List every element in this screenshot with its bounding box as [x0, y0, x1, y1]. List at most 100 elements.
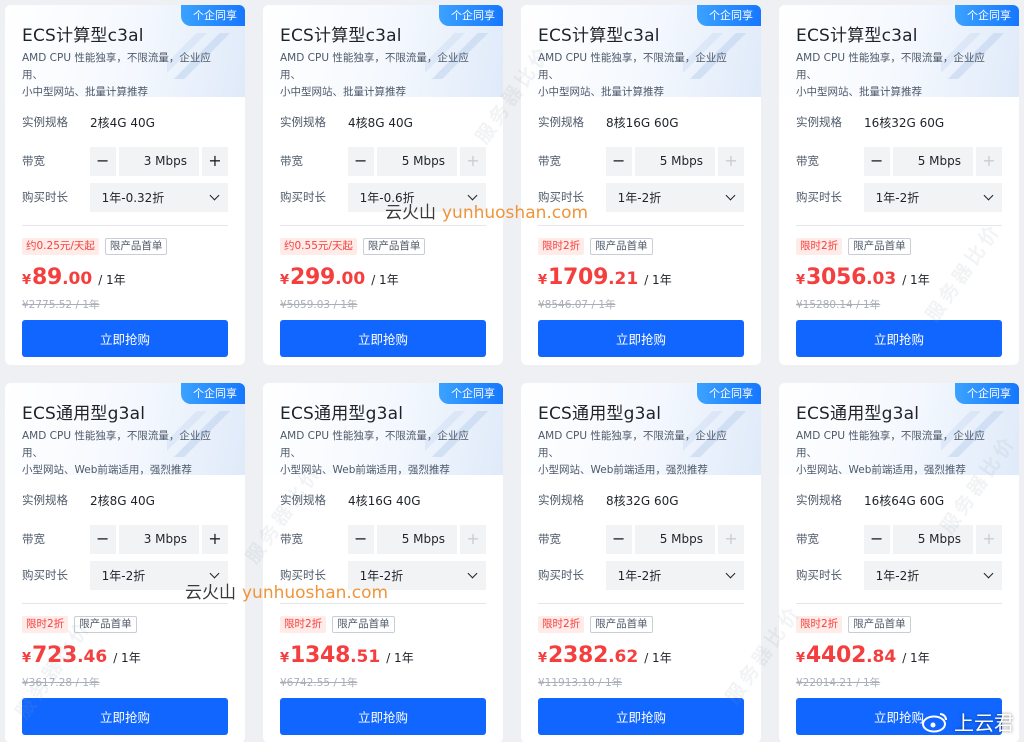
bandwidth-value[interactable]: 5 Mbps — [892, 146, 973, 176]
plus-button[interactable]: + — [460, 524, 486, 554]
badge-row: 约0.55元/天起 限产品首单 — [263, 226, 503, 259]
currency-symbol: ¥ — [280, 273, 290, 288]
original-price: ¥15280.14 / 1年 — [796, 299, 881, 311]
product-card: 个企同享 ECS计算型c3al AMD CPU 性能独享，不限流量，企业应用、 … — [263, 5, 503, 365]
price-unit: / 1年 — [98, 273, 126, 287]
site-watermark-cn: 云火山 — [185, 583, 236, 603]
minus-button[interactable]: − — [863, 146, 890, 176]
bandwidth-value[interactable]: 5 Mbps — [634, 524, 715, 554]
chevron-down-icon — [467, 568, 478, 578]
description-line-2: 小中型网站、批量计算推荐 — [796, 86, 922, 98]
chevron-down-icon — [209, 568, 220, 578]
minus-button[interactable]: − — [89, 524, 116, 554]
plus-button[interactable]: + — [718, 524, 744, 554]
minus-button[interactable]: − — [605, 524, 632, 554]
price-unit: / 1年 — [644, 273, 672, 287]
spec-label: 实例规格 — [538, 493, 584, 507]
plus-button[interactable]: + — [718, 146, 744, 176]
buy-now-button[interactable]: 立即抢购 — [22, 320, 228, 357]
description-line-2: 小型网站、Web前端适用，强烈推荐 — [280, 464, 450, 476]
price-decimal: .00 — [62, 269, 93, 289]
duration-select[interactable]: 1年-2折 — [605, 182, 744, 212]
chevron-down-icon — [209, 190, 220, 200]
duration-select[interactable]: 1年-2折 — [605, 560, 744, 590]
spec-label: 实例规格 — [22, 115, 68, 129]
spec-value: 2核8G 40G — [90, 493, 155, 508]
bandwidth-label: 带宽 — [796, 154, 819, 168]
bandwidth-row: 带宽 − 3 Mbps + — [22, 521, 228, 557]
price: ¥ 4402 .84 / 1年 — [779, 637, 1019, 669]
price: ¥ 3056 .03 / 1年 — [779, 259, 1019, 291]
corner-watermark-text: 上云君 — [954, 711, 1014, 735]
spec-value: 4核16G 40G — [348, 493, 421, 508]
discount-badge: 限时2折 — [22, 616, 69, 633]
bandwidth-stepper: − 5 Mbps + — [863, 524, 1002, 554]
plus-button[interactable]: + — [460, 146, 486, 176]
price: ¥ 2382 .62 / 1年 — [521, 637, 761, 669]
bandwidth-label: 带宽 — [280, 154, 303, 168]
price-decimal: .21 — [608, 269, 639, 289]
plus-button[interactable]: + — [202, 146, 228, 176]
duration-value: 1年-2折 — [875, 568, 920, 583]
plus-button[interactable]: + — [976, 146, 1002, 176]
duration-value: 1年-2折 — [101, 568, 146, 583]
product-description: AMD CPU 性能独享，不限流量，企业应用、 小中型网站、批量计算推荐 — [280, 50, 486, 101]
buy-now-button[interactable]: 立即抢购 — [538, 698, 744, 735]
bandwidth-value[interactable]: 3 Mbps — [118, 524, 199, 554]
minus-button[interactable]: − — [347, 146, 374, 176]
bandwidth-value[interactable]: 3 Mbps — [118, 146, 199, 176]
description-line-2: 小型网站、Web前端适用，强烈推荐 — [22, 464, 192, 476]
spec-label: 实例规格 — [796, 115, 842, 129]
minus-button[interactable]: − — [89, 146, 116, 176]
first-order-badge: 限产品首单 — [332, 616, 395, 633]
spec-row: 实例规格 4核16G 40G — [280, 479, 486, 521]
duration-row: 购买时长 1年-2折 — [796, 179, 1002, 215]
bandwidth-value[interactable]: 5 Mbps — [376, 524, 457, 554]
duration-select[interactable]: 1年-2折 — [863, 560, 1002, 590]
price: ¥ 1709 .21 / 1年 — [521, 259, 761, 291]
card-header: 个企同享 ECS计算型c3al AMD CPU 性能独享，不限流量，企业应用、 … — [5, 5, 245, 98]
bandwidth-label: 带宽 — [22, 532, 45, 546]
bandwidth-value[interactable]: 5 Mbps — [634, 146, 715, 176]
bandwidth-stepper: − 5 Mbps + — [605, 146, 744, 176]
bandwidth-row: 带宽 − 5 Mbps + — [538, 143, 744, 179]
currency-symbol: ¥ — [538, 651, 548, 666]
first-order-badge: 限产品首单 — [362, 238, 426, 255]
duration-select[interactable]: 1年-2折 — [863, 182, 1002, 212]
price-unit: / 1年 — [371, 273, 399, 287]
bandwidth-value[interactable]: 5 Mbps — [892, 524, 973, 554]
minus-button[interactable]: − — [347, 524, 374, 554]
buy-now-button[interactable]: 立即抢购 — [796, 320, 1002, 357]
buy-now-button[interactable]: 立即抢购 — [22, 698, 228, 735]
price-decimal: .84 — [866, 647, 897, 667]
price-unit: / 1年 — [644, 651, 672, 665]
product-title: ECS计算型c3al — [796, 26, 918, 46]
price-integer: 3056 — [806, 265, 867, 290]
description-line-1: AMD CPU 性能独享，不限流量，企业应用、 — [280, 52, 469, 81]
duration-select[interactable]: 1年-0.32折 — [89, 182, 228, 212]
plus-button[interactable]: + — [976, 524, 1002, 554]
product-description: AMD CPU 性能独享，不限流量，企业应用、 小型网站、Web前端适用，强烈推… — [538, 428, 744, 479]
badge-row: 限时2折 限产品首单 — [779, 226, 1019, 259]
product-description: AMD CPU 性能独享，不限流量，企业应用、 小型网站、Web前端适用，强烈推… — [796, 428, 1002, 479]
spec-row: 实例规格 8核16G 60G — [538, 101, 744, 143]
description-line-2: 小型网站、Web前端适用，强烈推荐 — [538, 464, 708, 476]
buy-now-button[interactable]: 立即抢购 — [280, 320, 486, 357]
currency-symbol: ¥ — [538, 273, 548, 288]
bandwidth-label: 带宽 — [22, 154, 45, 168]
bandwidth-value[interactable]: 5 Mbps — [376, 146, 457, 176]
plus-button[interactable]: + — [202, 524, 228, 554]
original-price: ¥11913.10 / 1年 — [538, 677, 623, 689]
badge-row: 约0.25元/天起 限产品首单 — [5, 226, 245, 259]
bandwidth-stepper: − 3 Mbps + — [89, 524, 228, 554]
buy-now-button[interactable]: 立即抢购 — [538, 320, 744, 357]
spec-label: 实例规格 — [538, 115, 584, 129]
price: ¥ 89 .00 / 1年 — [5, 259, 245, 291]
spec-row: 实例规格 16核32G 60G — [796, 101, 1002, 143]
original-price: ¥22014.21 / 1年 — [796, 677, 881, 689]
minus-button[interactable]: − — [863, 524, 890, 554]
buy-now-button[interactable]: 立即抢购 — [280, 698, 486, 735]
minus-button[interactable]: − — [605, 146, 632, 176]
description-line-1: AMD CPU 性能独享，不限流量，企业应用、 — [796, 52, 985, 81]
product-description: AMD CPU 性能独享，不限流量，企业应用、 小中型网站、批量计算推荐 — [538, 50, 744, 101]
